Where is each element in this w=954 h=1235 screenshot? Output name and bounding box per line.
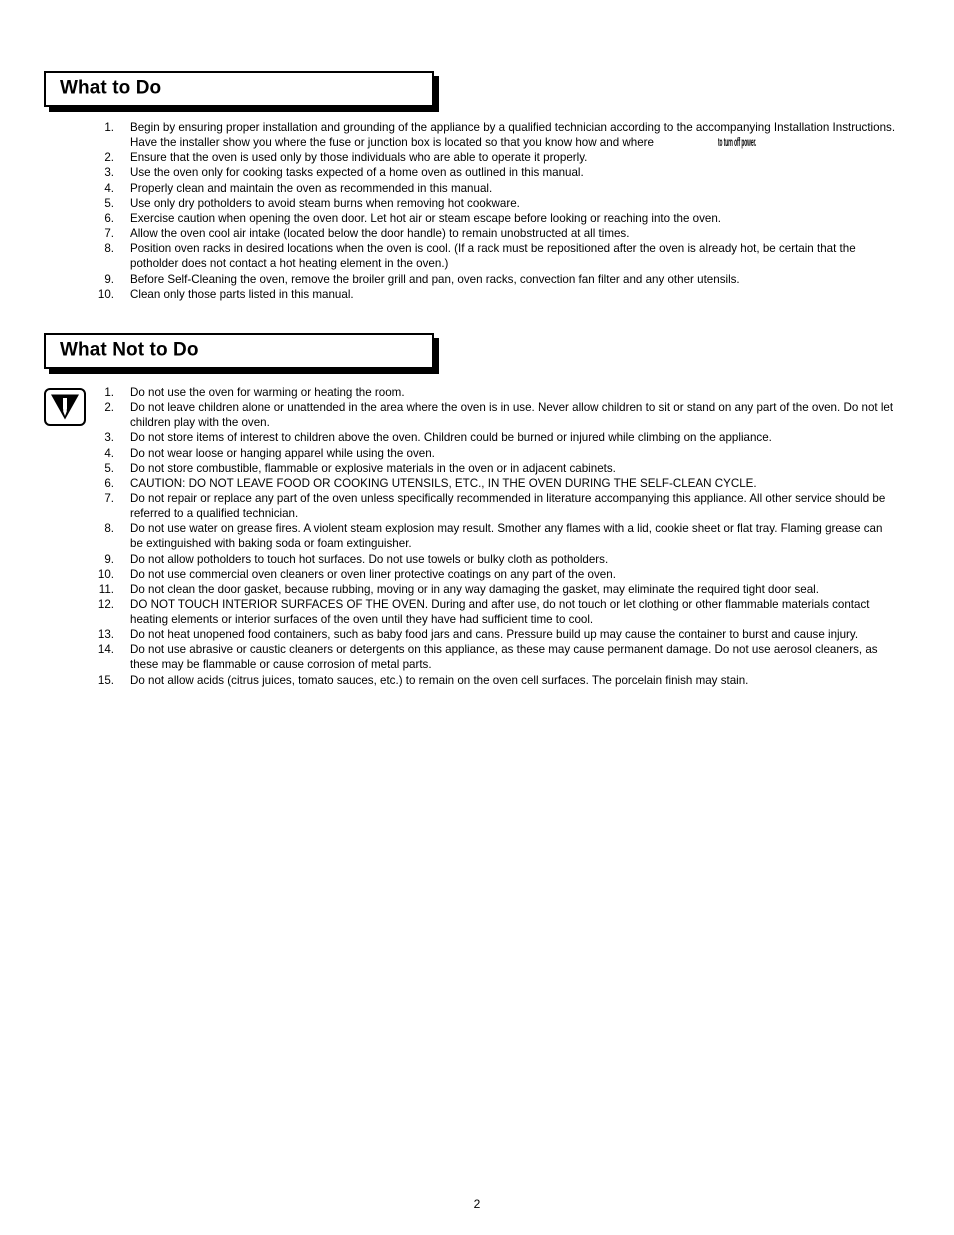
list-item-number: 3.	[104, 166, 114, 180]
list-item-number: 11.	[98, 582, 114, 596]
section-header-what-to-do: What to Do	[44, 71, 434, 107]
list-item: 1. Do not use the oven for warming or hea…	[92, 385, 898, 400]
document-page: What to Do 1. Begin by ensuring proper in…	[0, 0, 954, 1235]
list-item-number: 10.	[97, 567, 114, 581]
list-item-number: 13.	[97, 628, 114, 642]
list-item-number: 10.	[97, 287, 114, 301]
list-item-text: Do not clean the door gasket, because ru…	[130, 582, 819, 596]
list-item-number: 12.	[97, 598, 114, 612]
list-item-number: 2.	[104, 151, 114, 165]
list-item-text: CAUTION: DO NOT LEAVE FOOD OR COOKING UT…	[130, 476, 757, 490]
list-item-text: Ensure that the oven is used only by tho…	[130, 151, 588, 165]
list-item-number: 1.	[104, 386, 114, 399]
section-header-what-not-to-do: What Not to Do	[44, 333, 434, 369]
list-item: 4. Properly clean and maintain the oven a…	[92, 181, 898, 196]
list-item-text: Begin by ensuring proper installation an…	[130, 121, 896, 149]
list-item: 8. Do not use water on grease fires. A vi…	[92, 521, 898, 551]
list-item-text: Allow the oven cool air intake (located …	[130, 227, 630, 241]
list-item-number: 5.	[104, 196, 114, 210]
list-item-number: 4.	[104, 181, 114, 195]
list-item: 13. Do not heat unopened food containers,…	[92, 627, 898, 642]
list-item-text: Do not use commercial oven cleaners or o…	[130, 567, 616, 581]
list-item: 6. CAUTION: DO NOT LEAVE FOOD OR COOKING …	[92, 476, 898, 491]
list-item-text: Use the oven only for cooking tasks expe…	[130, 166, 584, 180]
list-item-text: Clean only those parts listed in this ma…	[130, 287, 354, 301]
list-item: 2. Ensure that the oven is used only by t…	[92, 150, 898, 165]
warning-triangle-icon	[44, 388, 86, 426]
list-item-text: Do not store combustible, flammable or e…	[130, 461, 616, 475]
list-item-text: Do not heat unopened food containers, su…	[130, 628, 859, 642]
list-item-number: 9.	[104, 272, 114, 286]
page-number: 2	[473, 1197, 481, 1211]
list-item: 10. Clean only those parts listed in this…	[92, 287, 898, 302]
list-item: 2. Do not leave children alone or unatten…	[92, 400, 898, 430]
list-item-text: Do not repair or replace any part of the…	[130, 492, 886, 521]
list-item-number: 1.	[104, 121, 114, 134]
list-item-text: Do not use the oven for warming or heati…	[130, 386, 405, 399]
list-item: 11. Do not clean the door gasket, because…	[92, 582, 898, 597]
list-item-number: 6.	[104, 476, 114, 490]
list-item-text: Exercise caution when opening the oven d…	[130, 211, 722, 225]
list-item-text: Do not store items of interest to childr…	[130, 431, 772, 445]
list-item-text: Position oven racks in desired locations…	[130, 242, 856, 271]
list-item-number: 2.	[104, 401, 114, 415]
list-item: 12. DO NOT TOUCH INTERIOR SURFACES OF THE…	[92, 597, 898, 627]
list-item: 14. Do not use abrasive or caustic cleane…	[92, 642, 898, 672]
list-item-number: 6.	[104, 211, 114, 225]
list-item-text: DO NOT TOUCH INTERIOR SURFACES OF THE OV…	[130, 598, 870, 627]
list-item-text: Properly clean and maintain the oven as …	[130, 181, 493, 195]
list-item-number: 4.	[104, 446, 114, 460]
list-item: 5. Do not store combustible, flammable or…	[92, 461, 898, 476]
list-item: 9. Before Self-Cleaning the oven, remove …	[92, 272, 898, 287]
list-item-number: 14.	[97, 643, 114, 657]
list-item-number: 5.	[104, 461, 114, 475]
list-item: 4. Do not wear loose or hanging apparel w…	[92, 446, 898, 461]
list-item-text: Do not allow acids (citrus juices, tomat…	[130, 673, 749, 687]
list-item-number: 8.	[104, 242, 114, 256]
list-item-text: Do not use abrasive or caustic cleaners …	[130, 643, 878, 672]
list-item-text: Do not use water on grease fires. A viol…	[130, 522, 883, 551]
list-item-text: Before Self-Cleaning the oven, remove th…	[130, 272, 740, 286]
list-item: 6. Exercise caution when opening the oven…	[92, 211, 898, 226]
instruction-list-what-not-to-do: 1. Do not use the oven for warming or hea…	[92, 385, 898, 688]
list-item-number: 7.	[104, 492, 114, 506]
list-item: 10. Do not use commercial oven cleaners o…	[92, 567, 898, 582]
list-item: 1. Begin by ensuring proper installation …	[92, 120, 898, 150]
list-item: 7. Do not repair or replace any part of t…	[92, 491, 898, 521]
section-heading-text: What Not to Do	[60, 339, 199, 361]
list-item-number: 3.	[104, 431, 114, 445]
list-item-text: Do not leave children alone or unattende…	[130, 401, 894, 430]
list-item: 3. Use the oven only for cooking tasks ex…	[92, 165, 898, 180]
list-item: 3. Do not store items of interest to chil…	[92, 430, 898, 445]
list-item-text: Do not allow potholders to touch hot sur…	[130, 552, 609, 566]
list-item-text: Do not wear loose or hanging apparel whi…	[130, 446, 435, 460]
list-item-number: 8.	[104, 522, 114, 536]
section-heading-text: What to Do	[60, 77, 162, 99]
list-item: 5. Use only dry potholders to avoid steam…	[92, 196, 898, 211]
list-item-number: 15.	[97, 673, 114, 687]
list-item-text: Use only dry potholders to avoid steam b…	[130, 196, 520, 210]
list-item: 7. Allow the oven cool air intake (locate…	[92, 226, 898, 241]
list-item: 9. Do not allow potholders to touch hot s…	[92, 552, 898, 567]
list-item-number: 7.	[104, 227, 114, 241]
list-item-number: 9.	[104, 552, 114, 566]
list-item: 15. Do not allow acids (citrus juices, to…	[92, 673, 898, 688]
instruction-list-what-to-do: 1. Begin by ensuring proper installation …	[92, 120, 898, 302]
warning-triangle-glyph	[51, 394, 79, 420]
list-item: 8. Position oven racks in desired locatio…	[92, 241, 898, 271]
